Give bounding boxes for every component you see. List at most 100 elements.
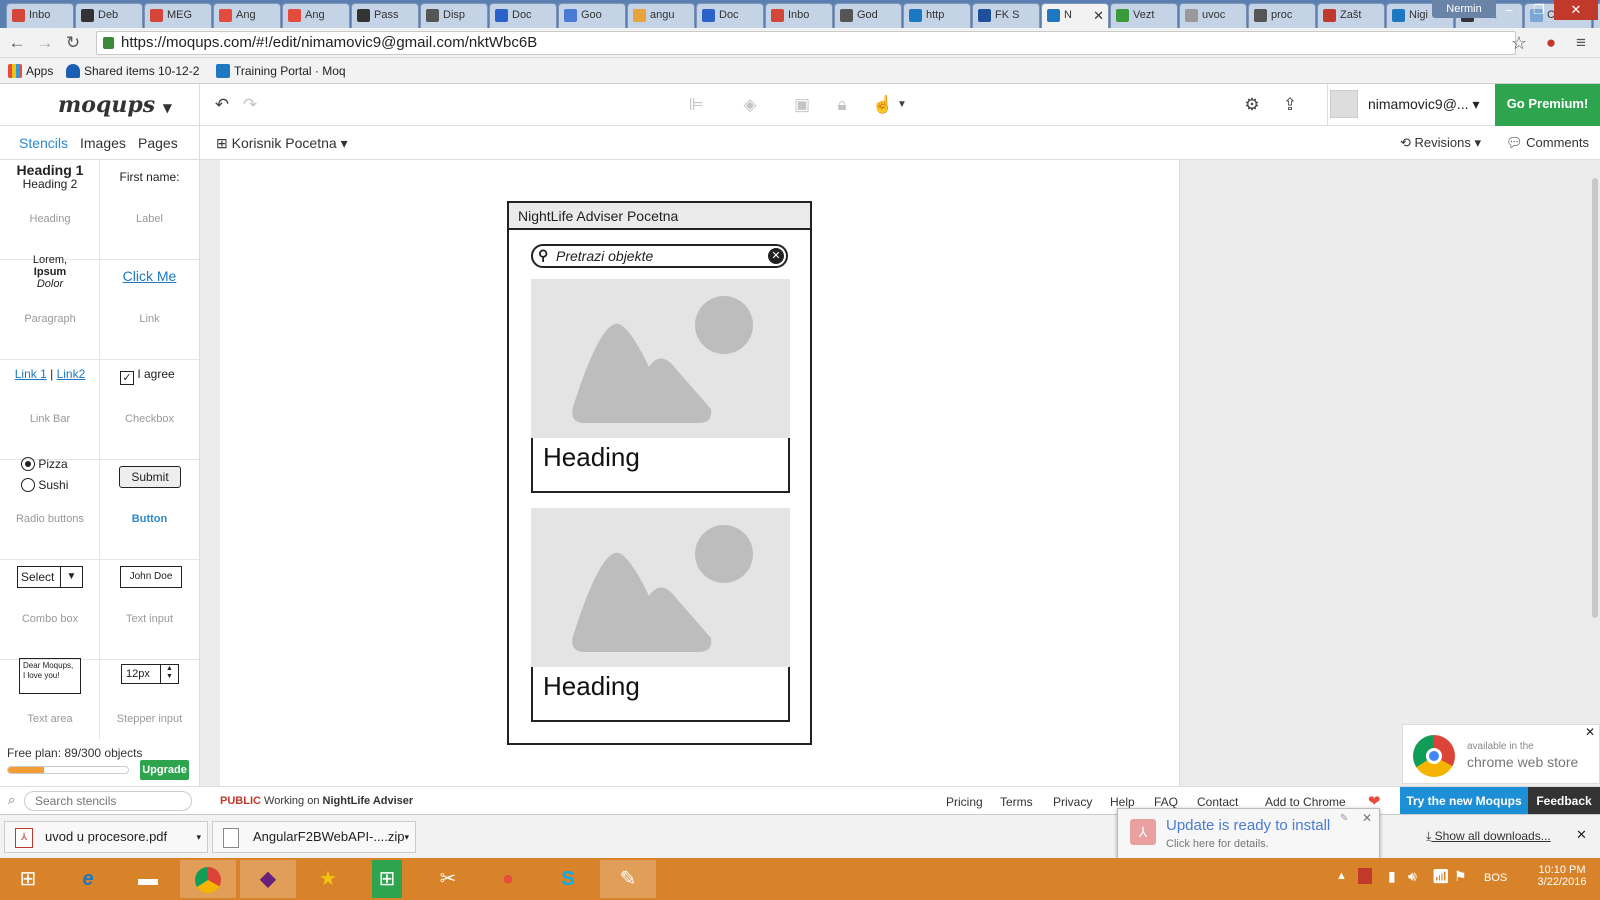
mockup-title[interactable]: NightLife Adviser Pocetna — [509, 203, 810, 230]
star-app-icon[interactable]: ★ — [300, 860, 356, 898]
close-tab-icon[interactable]: ✕ — [1093, 4, 1104, 27]
layers-icon[interactable]: ◈ — [740, 95, 760, 115]
store-icon[interactable]: ⊞ — [372, 860, 402, 898]
tray-arrow-icon[interactable]: ▲ — [1336, 870, 1347, 882]
download-item-zip[interactable]: AngularF2BWebAPI-....zip ▾ — [212, 821, 416, 853]
browser-tab[interactable]: Zašt — [1317, 3, 1385, 28]
update-notification[interactable]: ⅄ Update is ready to install Click here … — [1117, 808, 1380, 860]
start-windows-icon[interactable]: ⊞ — [0, 860, 56, 898]
browser-tab[interactable]: Ang — [213, 3, 281, 28]
stencil-stepper-input[interactable]: 12px ▲ ▼ Stepper input — [99, 660, 199, 740]
upgrade-button[interactable]: Upgrade — [140, 760, 189, 780]
stencil-paragraph[interactable]: Lorem, Ipsum Dolor Paragraph — [0, 254, 100, 360]
paint-icon[interactable]: ✎ — [600, 860, 656, 898]
browser-tab[interactable]: Doc — [696, 3, 764, 28]
bookmark-star-icon[interactable]: ☆ — [1508, 32, 1530, 54]
chevron-down-icon[interactable]: ▾ — [196, 822, 201, 852]
visual-studio-icon[interactable]: ◆ — [240, 860, 296, 898]
browser-tab[interactable]: Ang — [282, 3, 350, 28]
stencil-link-bar[interactable]: Link 1 | Link2 Link Bar — [0, 360, 100, 460]
download-item-pdf[interactable]: ⅄ uvod u procesore.pdf ▾ — [4, 821, 208, 853]
close-downloads-icon[interactable]: ✕ — [1576, 827, 1587, 843]
browser-tab[interactable]: MEG — [144, 3, 212, 28]
clock[interactable]: 10:10 PM 3/22/2016 — [1530, 864, 1594, 888]
back-arrow-icon[interactable]: ← — [6, 32, 28, 54]
browser-tab[interactable]: FK S — [972, 3, 1040, 28]
forward-arrow-icon[interactable]: → — [34, 32, 56, 54]
clear-icon[interactable]: ✕ — [768, 248, 784, 264]
chevron-down-icon[interactable]: ▾ — [404, 822, 409, 852]
tab-pages[interactable]: Pages — [138, 135, 178, 151]
browser-tab[interactable]: Vezt — [1110, 3, 1178, 28]
browser-tab[interactable]: Doc — [489, 3, 557, 28]
extension-icon[interactable]: ● — [1540, 32, 1562, 54]
chevron-down-icon[interactable]: ▼ — [892, 95, 912, 115]
browser-tab[interactable]: Deb — [75, 3, 143, 28]
browser-tab[interactable]: Pass — [351, 3, 419, 28]
browser-tab[interactable]: proc — [1248, 3, 1316, 28]
internet-explorer-icon[interactable]: e — [60, 860, 116, 898]
close-icon[interactable]: ✕ — [1585, 725, 1595, 739]
footer-link-pricing[interactable]: Pricing — [946, 795, 983, 809]
reload-icon[interactable]: ↻ — [62, 32, 84, 54]
stencil-radio-buttons[interactable]: Pizza Sushi Radio buttons — [0, 457, 100, 560]
footer-link-privacy[interactable]: Privacy — [1053, 795, 1092, 809]
group-icon[interactable]: ▣ — [792, 95, 812, 115]
share-icon[interactable]: ⇪ — [1280, 95, 1300, 115]
footer-link-contact[interactable]: Contact — [1197, 795, 1238, 809]
maximize-button[interactable]: ❐ — [1524, 0, 1554, 20]
stencil-combo-box[interactable]: Select ▼ Combo box — [0, 560, 100, 660]
align-icon[interactable]: ⊫ — [686, 95, 706, 115]
volume-icon[interactable]: 🔊︎ — [1408, 868, 1417, 885]
minimize-button[interactable]: – — [1494, 0, 1524, 20]
interaction-hand-icon[interactable]: ☝ — [872, 95, 893, 115]
window-close-button[interactable]: ✕ — [1554, 0, 1598, 20]
language-indicator[interactable]: BOS — [1484, 872, 1507, 884]
show-all-downloads-link[interactable]: ⤓ Show all downloads... — [1426, 829, 1551, 844]
stencil-heading[interactable]: Heading 1 Heading 2 Heading — [0, 160, 100, 260]
comments-button[interactable]: 💬︎ Comments — [1506, 135, 1589, 151]
canvas-scrollbar[interactable] — [1592, 178, 1598, 618]
browser-tab[interactable]: Disp — [420, 3, 488, 28]
stencil-text-input[interactable]: John Doe Text input — [99, 560, 199, 660]
footer-link-faq[interactable]: FAQ — [1154, 795, 1178, 809]
chrome-web-store-banner[interactable]: available in the chrome web store ✕ — [1402, 724, 1600, 784]
mockup-card[interactable]: Heading — [531, 279, 790, 494]
footer-link-help[interactable]: Help — [1110, 795, 1135, 809]
browser-tab[interactable]: angu — [627, 3, 695, 28]
acrobat-tray-icon[interactable] — [1358, 868, 1372, 884]
mockup-card[interactable]: Heading — [531, 508, 790, 723]
page-selector[interactable]: ⊞ Korisnik Pocetna ▾ — [216, 135, 348, 152]
undo-icon[interactable]: ↶ — [212, 95, 232, 115]
browser-tab[interactable]: Inbo — [6, 3, 74, 28]
stencil-checkbox[interactable]: ✓ I agree Checkbox — [99, 360, 199, 460]
stencil-link[interactable]: Click Me Link — [99, 260, 199, 360]
go-premium-button[interactable]: Go Premium! — [1495, 84, 1600, 126]
stencil-button[interactable]: Submit Button — [99, 460, 199, 560]
feedback-button[interactable]: Feedback — [1528, 787, 1600, 815]
stencil-label[interactable]: First name: Label — [99, 160, 199, 260]
snipping-tool-icon[interactable]: ✂ — [420, 860, 476, 898]
bookmark-apps[interactable]: Apps — [6, 62, 53, 80]
browser-tab[interactable]: God — [834, 3, 902, 28]
file-explorer-icon[interactable]: ▬ — [120, 860, 176, 898]
moqups-logo[interactable]: moqups ▼ — [58, 92, 172, 118]
tab-images[interactable]: Images — [80, 135, 126, 151]
search-stencils-input[interactable] — [24, 791, 192, 811]
chrome-menu-icon[interactable]: ≡ — [1570, 32, 1592, 54]
stencil-text-area[interactable]: Dear Moqups, I love you! Text area — [0, 658, 100, 740]
tab-stencils[interactable]: Stencils — [19, 135, 68, 151]
user-menu[interactable]: nimamovic9@... ▾ — [1327, 84, 1495, 126]
revisions-button[interactable]: ⟲ Revisions ▾ — [1400, 135, 1481, 151]
browser-tab[interactable]: uvoc — [1179, 3, 1247, 28]
skype-icon[interactable]: S — [540, 860, 596, 898]
gear-icon[interactable]: ⚙ — [1242, 95, 1262, 115]
action-center-icon[interactable]: ⚑ — [1454, 868, 1467, 885]
postman-icon[interactable]: ● — [480, 860, 536, 898]
try-new-moqups-button[interactable]: Try the new Moqups — [1400, 787, 1528, 815]
browser-tab[interactable]: N ✕ — [1041, 3, 1109, 28]
bookmark-training-portal[interactable]: Training Portal · Moq — [214, 62, 346, 80]
browser-tab[interactable]: http — [903, 3, 971, 28]
mockup-window[interactable]: NightLife Adviser Pocetna ⚲ Pretrazi obj… — [507, 201, 812, 745]
chrome-icon[interactable] — [180, 860, 236, 898]
